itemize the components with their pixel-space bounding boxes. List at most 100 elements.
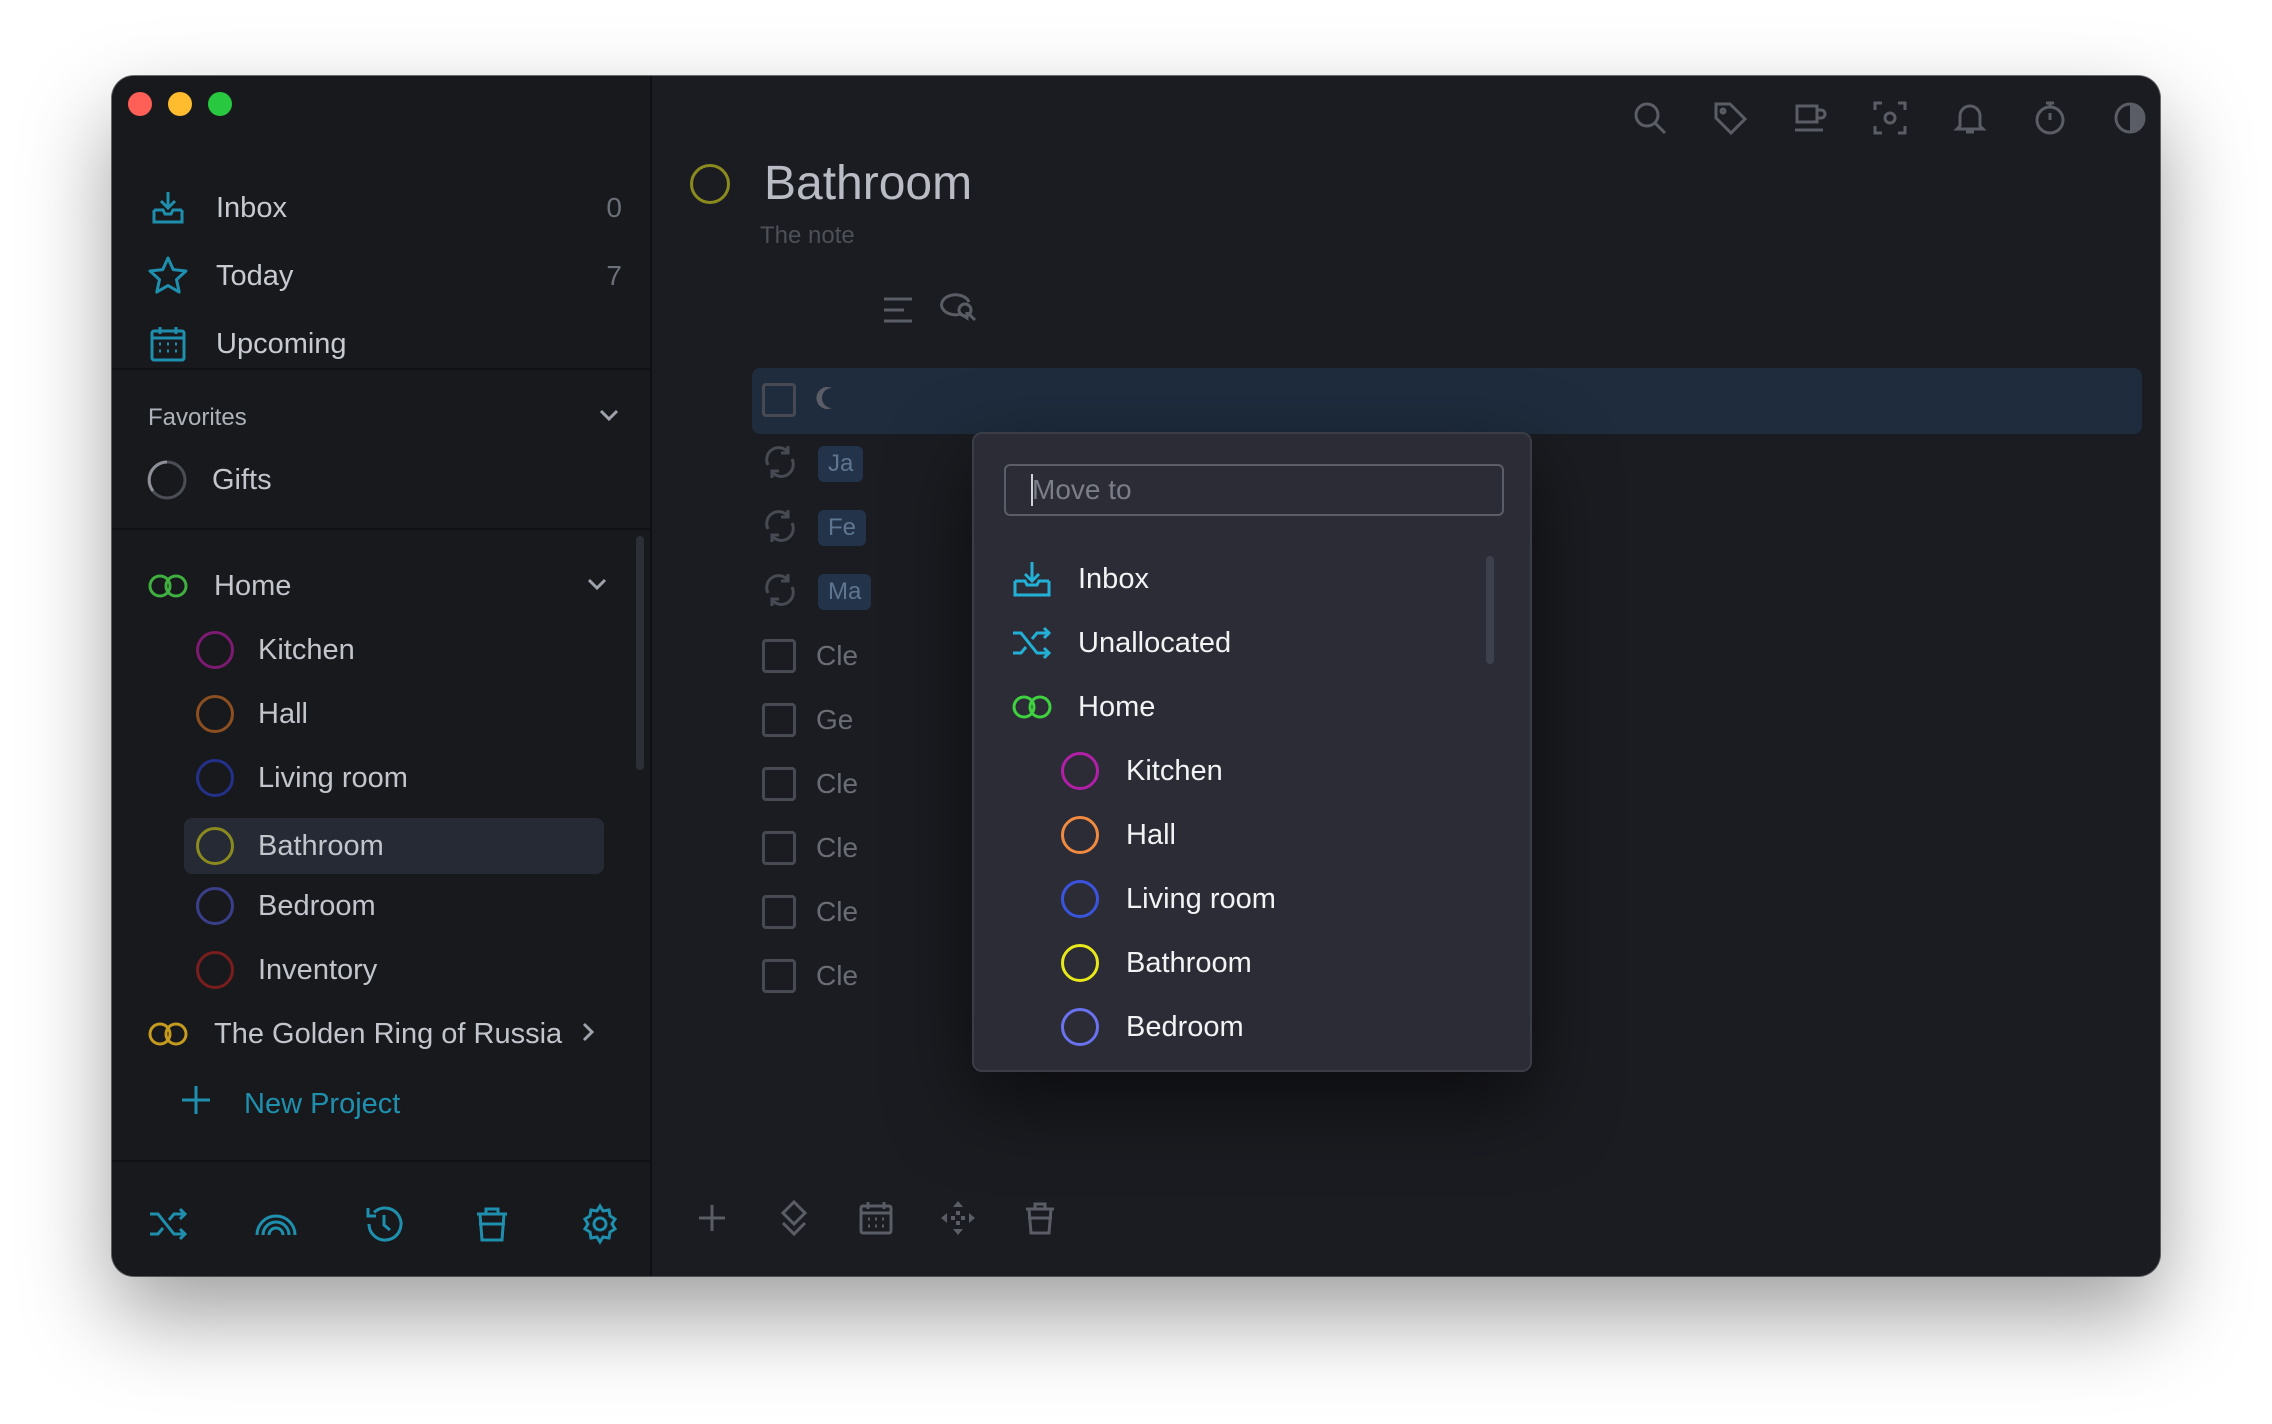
move-option-label: Bedroom	[1126, 1010, 1244, 1043]
task-checkbox[interactable]	[762, 895, 796, 929]
contrast-icon[interactable]	[2108, 96, 2152, 140]
focus-icon[interactable]	[1868, 96, 1912, 140]
task-title: Cle	[816, 640, 859, 671]
sidebar-item-bathroom[interactable]: Bathroom	[184, 818, 604, 874]
chevron-down-icon[interactable]	[596, 402, 622, 435]
sidebar-item-label: Today	[216, 259, 294, 292]
plus-icon[interactable]	[690, 1196, 734, 1240]
close-window-button[interactable]	[128, 92, 152, 116]
task-row[interactable]: Fe	[762, 500, 867, 556]
sidebar-item-label: Hall	[258, 697, 308, 730]
count-badge: 7	[606, 260, 622, 291]
popup-scrollbar[interactable]	[1486, 556, 1494, 664]
move-option-unallocated[interactable]: Unallocated	[1010, 614, 1231, 672]
move-to-search-input[interactable]	[1004, 464, 1504, 516]
gear-icon[interactable]	[578, 1202, 622, 1246]
sidebar-item-label: Kitchen	[258, 633, 355, 666]
chevron-down-icon[interactable]	[584, 571, 610, 602]
task-row[interactable]: Cle	[762, 820, 858, 876]
task-checkbox[interactable]	[762, 639, 796, 673]
sidebar-item-label: Bathroom	[258, 829, 384, 862]
move-option-label: Home	[1078, 690, 1156, 723]
repeat-icon[interactable]	[762, 443, 798, 486]
task-checkbox[interactable]	[762, 767, 796, 801]
zoom-window-button[interactable]	[208, 92, 232, 116]
task-checkbox[interactable]	[762, 703, 796, 737]
task-row[interactable]: Ja	[762, 436, 864, 492]
bell-icon[interactable]	[1948, 96, 1992, 140]
repeat-icon[interactable]	[762, 507, 798, 550]
tag-icon[interactable]	[1708, 96, 1752, 140]
sidebar-item-living-room[interactable]: Living room	[196, 750, 592, 806]
project-ring-icon	[1061, 1008, 1099, 1046]
sidebar-item-kitchen[interactable]: Kitchen	[196, 622, 592, 678]
project-ring-icon[interactable]	[690, 163, 730, 204]
search-icon[interactable]	[1628, 96, 1672, 140]
move-arrows-icon[interactable]	[936, 1196, 980, 1240]
task-row[interactable]: Cle	[762, 884, 858, 940]
sidebar-item-gifts[interactable]: Gifts	[146, 452, 272, 508]
sidebar-item-inbox[interactable]: Inbox 0	[146, 180, 622, 236]
trash-icon[interactable]	[470, 1202, 514, 1246]
sidebar-item-hall[interactable]: Hall	[196, 686, 592, 742]
rainbow-icon[interactable]	[254, 1202, 298, 1246]
search-comment-icon[interactable]	[938, 288, 982, 332]
task-row[interactable]: Cle	[762, 948, 858, 1004]
coffee-icon[interactable]	[1788, 96, 1832, 140]
task-checkbox[interactable]	[762, 831, 796, 865]
moon-icon	[816, 385, 838, 416]
task-row[interactable]: Cle	[762, 756, 858, 812]
minimize-window-button[interactable]	[168, 92, 192, 116]
favorites-section-header[interactable]: Favorites	[148, 398, 622, 438]
sidebar-item-inventory[interactable]: Inventory	[196, 942, 592, 998]
project-header: Bathroom	[690, 156, 972, 211]
timer-icon[interactable]	[2028, 96, 2072, 140]
count-badge: 0	[606, 192, 622, 223]
main-bottom-toolbar	[654, 1160, 2160, 1276]
page-title[interactable]: Bathroom	[764, 156, 972, 211]
move-option-living-room[interactable]: Living room	[1058, 870, 1276, 928]
menu-lines-icon[interactable]	[876, 288, 920, 332]
task-checkbox[interactable]	[762, 383, 796, 417]
project-note[interactable]: The note	[760, 222, 855, 250]
priority-icon[interactable]	[772, 1196, 816, 1240]
calendar-icon	[146, 322, 190, 366]
task-checkbox[interactable]	[762, 959, 796, 993]
history-icon[interactable]	[362, 1202, 406, 1246]
star-icon	[146, 254, 190, 298]
sidebar-item-upcoming[interactable]: Upcoming	[146, 316, 622, 372]
sidebar-item-home[interactable]: Home	[146, 558, 622, 614]
task-row[interactable]: Ma	[762, 564, 872, 620]
task-title: Cle	[816, 960, 859, 991]
chevron-right-icon[interactable]	[576, 1019, 598, 1050]
project-ring-icon	[196, 759, 234, 797]
task-row[interactable]: Ge	[762, 692, 853, 748]
move-option-home[interactable]: Home	[1010, 678, 1155, 736]
move-option-bedroom[interactable]: Bedroom	[1058, 998, 1244, 1056]
shuffle-icon[interactable]	[146, 1202, 190, 1246]
new-project-button[interactable]: New Project	[148, 1082, 400, 1126]
move-to-popup: Inbox Unallocated Home Kitchen Hall Livi…	[972, 432, 1532, 1072]
move-option-label: Hall	[1126, 818, 1176, 851]
sidebar-item-today[interactable]: Today 7	[146, 248, 622, 304]
task-row[interactable]: Cle	[762, 628, 858, 684]
task-title: Cle	[816, 768, 859, 799]
divider	[112, 528, 652, 530]
repeat-icon[interactable]	[762, 571, 798, 614]
progress-ring-icon	[146, 459, 188, 501]
sidebar-item-bedroom[interactable]: Bedroom	[196, 878, 592, 934]
move-option-kitchen[interactable]: Kitchen	[1058, 742, 1223, 800]
task-title: Ge	[816, 704, 854, 735]
project-ring-icon	[1061, 944, 1099, 982]
move-option-inbox[interactable]: Inbox	[1010, 550, 1149, 608]
sidebar-item-label: Upcoming	[216, 327, 347, 360]
selected-task-highlight	[752, 368, 2142, 434]
task-row[interactable]	[762, 372, 838, 428]
sidebar-item-golden-ring[interactable]: The Golden Ring of Russia	[146, 1006, 598, 1062]
trash-icon[interactable]	[1018, 1196, 1062, 1240]
move-option-hall[interactable]: Hall	[1058, 806, 1176, 864]
calendar-icon[interactable]	[854, 1196, 898, 1240]
move-option-label: Inbox	[1078, 562, 1149, 595]
sidebar-scrollbar[interactable]	[636, 536, 644, 770]
move-option-bathroom[interactable]: Bathroom	[1058, 934, 1252, 992]
